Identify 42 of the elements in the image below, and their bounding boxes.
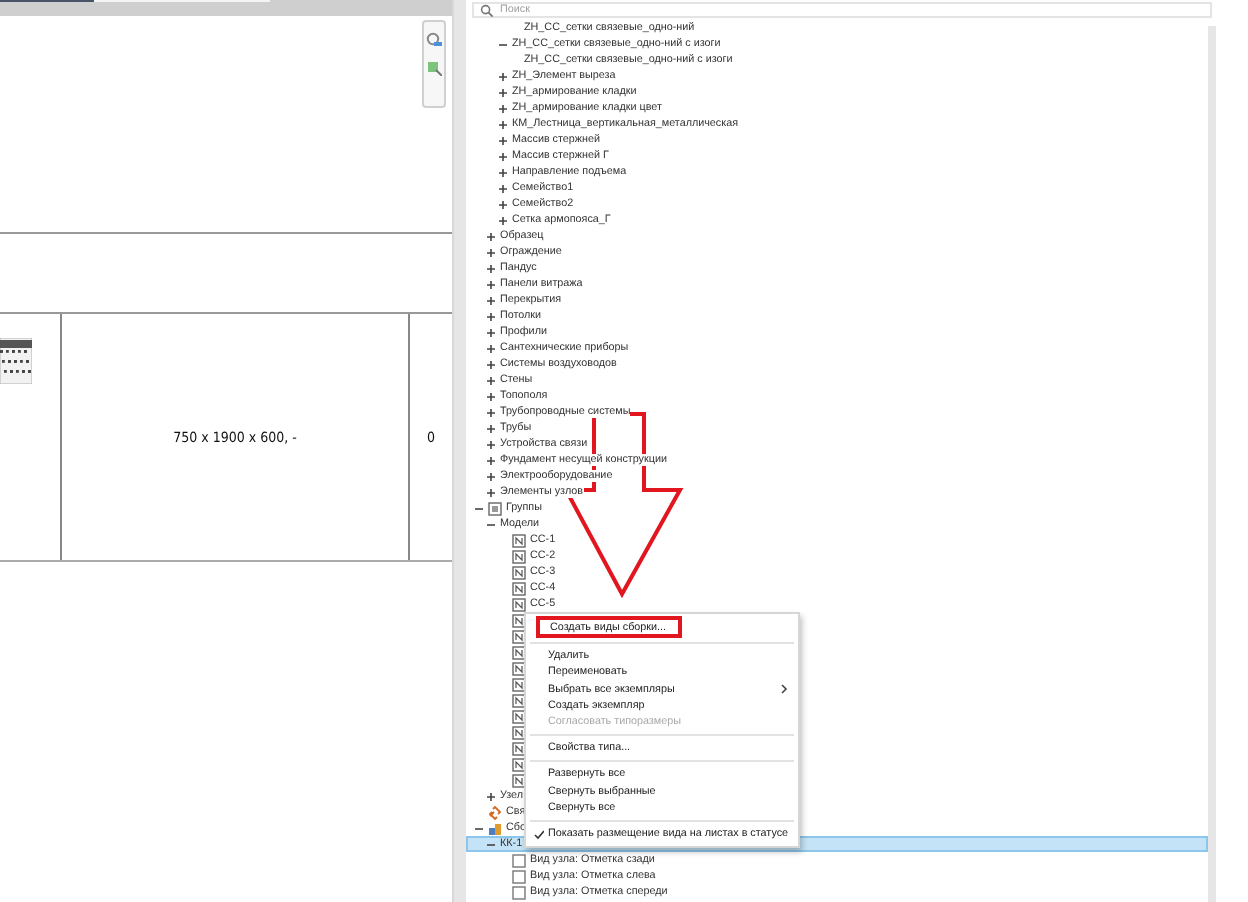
pan-icon[interactable]	[426, 60, 442, 76]
expand-icon[interactable]	[486, 471, 496, 481]
collapse-icon[interactable]	[498, 39, 508, 49]
expand-icon[interactable]	[498, 87, 508, 97]
collapse-icon[interactable]	[486, 839, 496, 849]
zoom-icon[interactable]	[426, 32, 442, 48]
expand-icon[interactable]	[498, 151, 508, 161]
expand-icon[interactable]	[498, 199, 508, 209]
expand-icon[interactable]	[498, 215, 508, 225]
expand-icon[interactable]	[486, 311, 496, 321]
expand-icon[interactable]	[498, 167, 508, 177]
expand-icon[interactable]	[486, 407, 496, 417]
expand-icon[interactable]	[486, 279, 496, 289]
expand-icon[interactable]	[486, 439, 496, 449]
expand-icon[interactable]	[498, 183, 508, 193]
collapse-icon[interactable]	[486, 519, 496, 529]
expand-icon[interactable]	[486, 423, 496, 433]
collapse-icon[interactable]	[474, 503, 484, 513]
collapse-icon[interactable]	[474, 823, 484, 833]
expand-icon[interactable]	[486, 391, 496, 401]
expand-icon[interactable]	[486, 455, 496, 465]
group-icon	[488, 501, 502, 515]
expand-icon[interactable]	[486, 791, 496, 801]
expand-icon[interactable]	[498, 71, 508, 81]
link-icon	[488, 805, 502, 819]
assembly-icon	[488, 821, 502, 835]
expand-icon[interactable]	[486, 343, 496, 353]
expand-icon[interactable]	[486, 247, 496, 257]
material-pattern-icon	[0, 338, 32, 384]
expand-icon[interactable]	[486, 375, 496, 385]
expand-icon[interactable]	[486, 327, 496, 337]
search-icon	[480, 3, 494, 17]
expand-icon[interactable]	[486, 487, 496, 497]
expand-icon[interactable]	[498, 119, 508, 129]
expand-icon[interactable]	[498, 103, 508, 113]
expand-icon[interactable]	[486, 359, 496, 369]
scrollbar[interactable]	[452, 0, 466, 902]
expand-icon[interactable]	[486, 231, 496, 241]
navigation-bar[interactable]	[422, 20, 446, 108]
expand-icon[interactable]	[486, 295, 496, 305]
expand-icon[interactable]	[486, 263, 496, 273]
expand-icon[interactable]	[498, 135, 508, 145]
